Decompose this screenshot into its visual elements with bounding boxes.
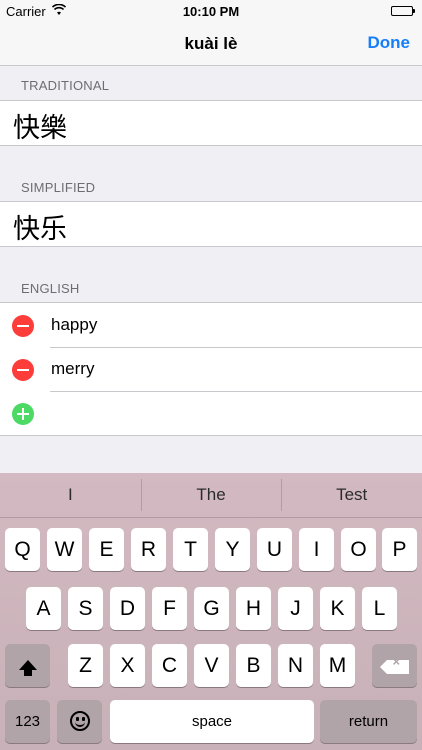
key-e[interactable]: E xyxy=(89,528,124,571)
key-t[interactable]: T xyxy=(173,528,208,571)
key-f[interactable]: F xyxy=(152,587,187,630)
navigation-bar: kuài lè Done xyxy=(0,22,422,66)
shift-key[interactable] xyxy=(5,644,50,687)
space-key[interactable]: space xyxy=(110,700,314,743)
key-r[interactable]: R xyxy=(131,528,166,571)
suggestion-3[interactable]: Test xyxy=(281,473,422,517)
backspace-key[interactable]: × xyxy=(372,644,417,687)
traditional-header: TRADITIONAL xyxy=(21,78,110,93)
key-y[interactable]: Y xyxy=(215,528,250,571)
page-title: kuài lè xyxy=(184,34,238,53)
return-key[interactable]: return xyxy=(320,700,417,743)
key-d[interactable]: D xyxy=(110,587,145,630)
key-b[interactable]: B xyxy=(236,644,271,687)
key-z[interactable]: Z xyxy=(68,644,103,687)
key-a[interactable]: A xyxy=(26,587,61,630)
backspace-icon: × xyxy=(379,655,409,674)
emoji-icon xyxy=(69,711,90,731)
key-c[interactable]: C xyxy=(152,644,187,687)
key-h[interactable]: H xyxy=(236,587,271,630)
simplified-header: SIMPLIFIED xyxy=(21,180,96,195)
suggestion-2[interactable]: The xyxy=(140,473,282,517)
key-i[interactable]: I xyxy=(299,528,334,571)
clock: 10:10 PM xyxy=(182,4,240,19)
english-word[interactable]: happy xyxy=(51,315,97,335)
english-header: ENGLISH xyxy=(21,281,80,296)
key-l[interactable]: L xyxy=(362,587,397,630)
traditional-cell[interactable]: 快樂 xyxy=(0,100,422,146)
minus-circle-icon[interactable] xyxy=(12,359,34,381)
minus-circle-icon[interactable] xyxy=(12,315,34,337)
status-bar: Carrier 10:10 PM xyxy=(0,0,422,22)
shift-arrow-icon xyxy=(18,660,37,676)
key-g[interactable]: G xyxy=(194,587,229,630)
suggestion-1[interactable]: I xyxy=(0,473,141,517)
key-o[interactable]: O xyxy=(341,528,376,571)
traditional-value: 快樂 xyxy=(13,113,67,144)
list-item[interactable]: merry xyxy=(0,347,422,391)
key-p[interactable]: P xyxy=(382,528,417,571)
battery-icon xyxy=(391,6,415,16)
english-word[interactable]: merry xyxy=(51,359,94,379)
simplified-value: 快乐 xyxy=(13,214,67,245)
key-u[interactable]: U xyxy=(257,528,292,571)
key-n[interactable]: N xyxy=(278,644,313,687)
key-k[interactable]: K xyxy=(320,587,355,630)
emoji-key[interactable] xyxy=(57,700,102,743)
english-list: happy merry xyxy=(0,302,422,436)
key-s[interactable]: S xyxy=(68,587,103,630)
plus-circle-icon[interactable] xyxy=(12,403,34,425)
key-v[interactable]: V xyxy=(194,644,229,687)
predictive-bar: I The Test xyxy=(0,473,422,518)
simplified-cell[interactable]: 快乐 xyxy=(0,201,422,247)
key-m[interactable]: M xyxy=(320,644,355,687)
key-j[interactable]: J xyxy=(278,587,313,630)
keyboard: I The Test Q W E R T Y U I O P A S D F G… xyxy=(0,473,422,750)
done-button[interactable]: Done xyxy=(368,33,411,53)
add-row[interactable] xyxy=(0,391,422,435)
key-w[interactable]: W xyxy=(47,528,82,571)
list-item[interactable]: happy xyxy=(0,303,422,347)
key-q[interactable]: Q xyxy=(5,528,40,571)
numbers-key[interactable]: 123 xyxy=(5,700,50,743)
key-x[interactable]: X xyxy=(110,644,145,687)
